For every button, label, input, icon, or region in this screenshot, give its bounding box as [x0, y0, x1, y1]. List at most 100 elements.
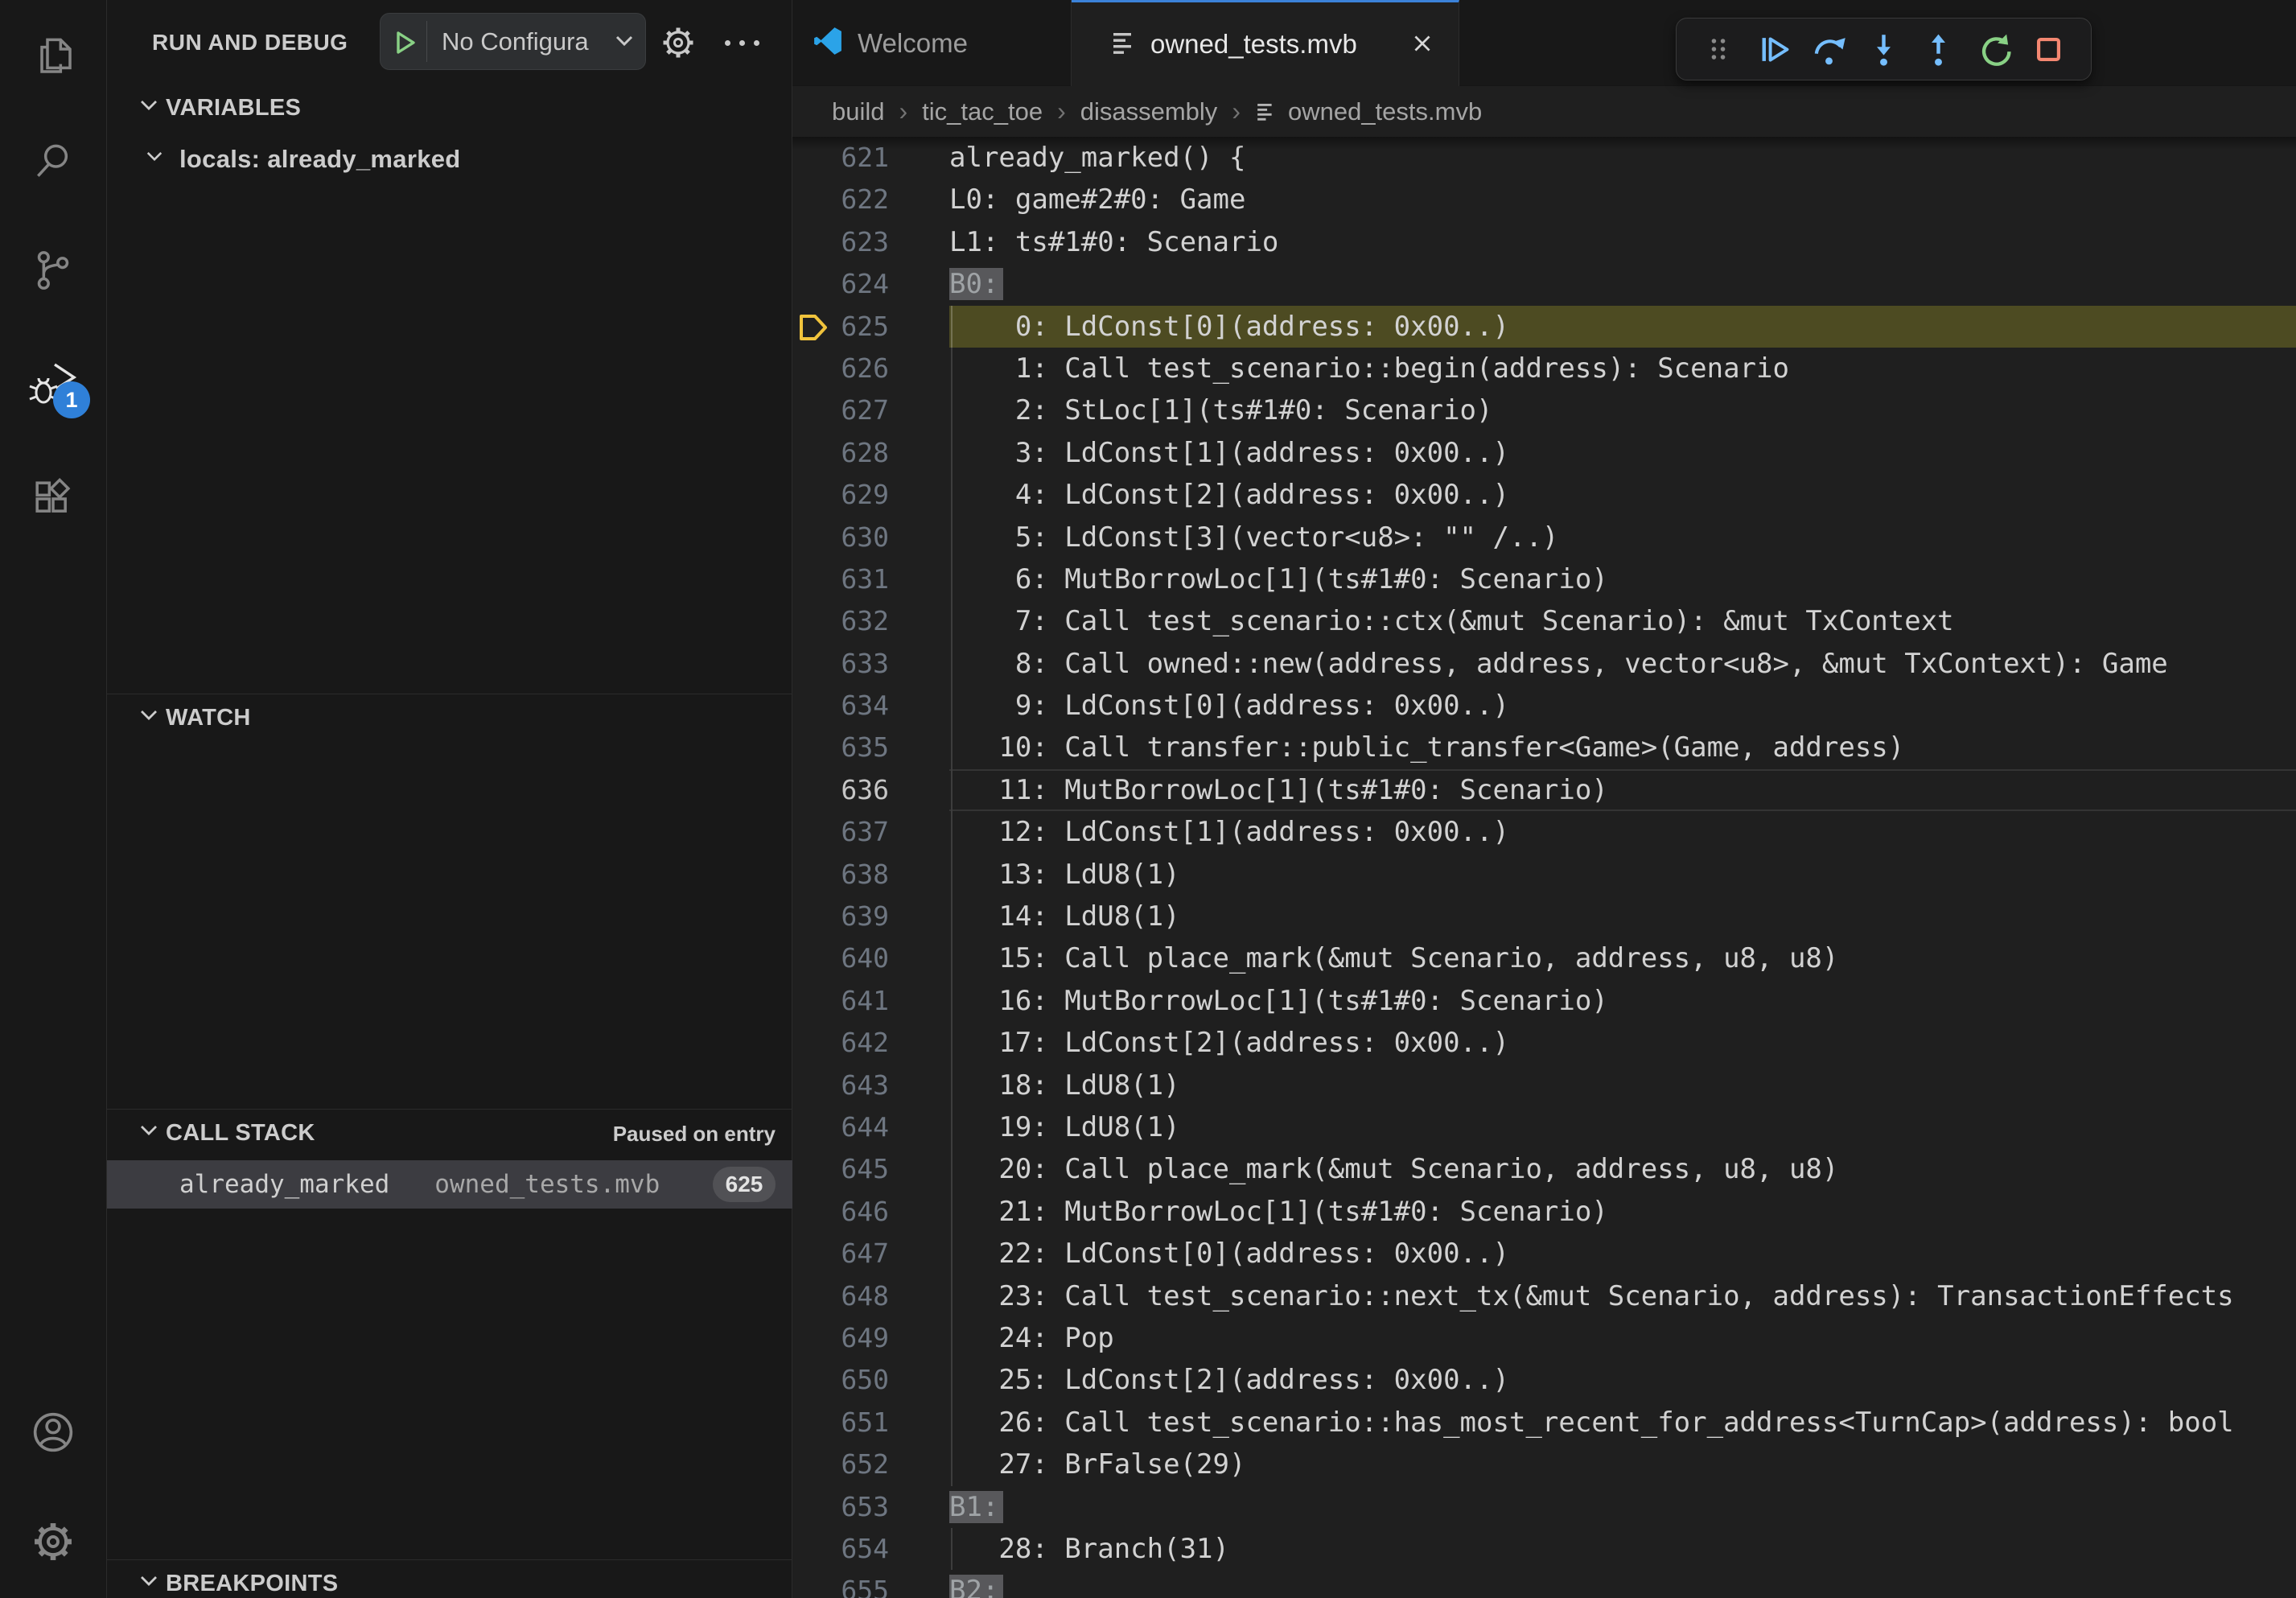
line-content: 16: MutBorrowLoc[1](ts#1#0: Scenario) [949, 980, 2296, 1022]
tab-welcome[interactable]: Welcome [792, 0, 1072, 86]
line-content: 1: Call test_scenario::begin(address): S… [949, 348, 2296, 389]
line-content: 12: LdConst[1](address: 0x00..) [949, 811, 2296, 853]
code-line-632[interactable]: 632 7: Call test_scenario::ctx(&mut Scen… [792, 600, 2296, 642]
code-line-655[interactable]: 655B2: [792, 1570, 2296, 1598]
file-lines-icon [1255, 101, 1277, 122]
chevron-down-icon [615, 35, 634, 51]
code-line-641[interactable]: 641 16: MutBorrowLoc[1](ts#1#0: Scenario… [792, 980, 2296, 1022]
step-over-button[interactable] [1808, 28, 1850, 70]
breadcrumb: build › tic_tac_toe › disassembly › owne… [792, 86, 2296, 137]
line-content: 5: LdConst[3](vector<u8>: "" /..) [949, 517, 2296, 558]
line-number: 637 [792, 811, 889, 853]
more-actions-icon[interactable] [725, 40, 759, 46]
run-and-debug-icon[interactable]: 1 [27, 359, 79, 410]
code-line-630[interactable]: 630 5: LdConst[3](vector<u8>: "" /..) [792, 517, 2296, 558]
code-line-649[interactable]: 649 24: Pop [792, 1317, 2296, 1359]
breadcrumb-item[interactable]: tic_tac_toe [922, 97, 1043, 126]
call-stack-section-header[interactable]: CALL STACK Paused on entry [107, 1114, 792, 1155]
code-line-648[interactable]: 648 23: Call test_scenario::next_tx(&mut… [792, 1275, 2296, 1317]
section-label: VARIABLES [166, 95, 301, 121]
tab-owned-tests[interactable]: owned_tests.mvb [1072, 0, 1459, 86]
code-line-624[interactable]: 624B0: [792, 263, 2296, 305]
breadcrumb-file[interactable]: owned_tests.mvb [1288, 97, 1482, 126]
code-line-646[interactable]: 646 21: MutBorrowLoc[1](ts#1#0: Scenario… [792, 1191, 2296, 1233]
code-line-629[interactable]: 629 4: LdConst[2](address: 0x00..) [792, 474, 2296, 516]
code-line-643[interactable]: 643 18: LdU8(1) [792, 1065, 2296, 1106]
search-icon[interactable] [27, 135, 79, 187]
tab-label: Welcome [858, 28, 968, 59]
explorer-icon[interactable] [27, 29, 79, 80]
code-line-631[interactable]: 631 6: MutBorrowLoc[1](ts#1#0: Scenario) [792, 558, 2296, 600]
line-number: 630 [792, 517, 889, 558]
line-number: 653 [792, 1486, 889, 1528]
watch-section-header[interactable]: WATCH [107, 698, 792, 740]
launch-configuration-dropdown[interactable]: No Configura [380, 13, 646, 70]
source-control-icon[interactable] [27, 245, 79, 296]
step-out-button[interactable] [1918, 28, 1960, 70]
line-content: 20: Call place_mark(&mut Scenario, addre… [949, 1148, 2296, 1190]
line-content: 24: Pop [949, 1317, 2296, 1359]
drag-handle-icon[interactable] [1697, 28, 1739, 70]
restart-button[interactable] [1973, 28, 2014, 70]
code-line-633[interactable]: 633 8: Call owned::new(address, address,… [792, 643, 2296, 685]
breadcrumb-item[interactable]: build [832, 97, 885, 126]
line-content: 23: Call test_scenario::next_tx(&mut Sce… [949, 1275, 2296, 1317]
line-number: 631 [792, 558, 889, 600]
chevron-down-icon [139, 1575, 158, 1592]
code-line-625[interactable]: 625 0: LdConst[0](address: 0x00..) [792, 306, 2296, 348]
breadcrumb-item[interactable]: disassembly [1080, 97, 1218, 126]
code-line-638[interactable]: 638 13: LdU8(1) [792, 854, 2296, 896]
code-line-628[interactable]: 628 3: LdConst[1](address: 0x00..) [792, 432, 2296, 474]
line-content: 10: Call transfer::public_transfer<Game>… [949, 727, 2296, 768]
code-line-642[interactable]: 642 17: LdConst[2](address: 0x00..) [792, 1022, 2296, 1064]
line-number: 624 [792, 263, 889, 305]
code-line-647[interactable]: 647 22: LdConst[0](address: 0x00..) [792, 1233, 2296, 1275]
close-icon[interactable] [1410, 31, 1434, 60]
debug-session-badge: 1 [53, 381, 90, 418]
code-line-636[interactable]: 636 11: MutBorrowLoc[1](ts#1#0: Scenario… [792, 769, 2296, 811]
code-line-644[interactable]: 644 19: LdU8(1) [792, 1106, 2296, 1148]
code-line-645[interactable]: 645 20: Call place_mark(&mut Scenario, a… [792, 1148, 2296, 1190]
settings-gear-icon[interactable] [27, 1516, 79, 1567]
frame-line-badge: 625 [713, 1167, 776, 1202]
code-line-654[interactable]: 654 28: Branch(31) [792, 1528, 2296, 1570]
code-line-623[interactable]: 623L1: ts#1#0: Scenario [792, 221, 2296, 263]
code-line-627[interactable]: 627 2: StLoc[1](ts#1#0: Scenario) [792, 389, 2296, 431]
line-content: 2: StLoc[1](ts#1#0: Scenario) [949, 389, 2296, 431]
section-divider [107, 1109, 792, 1110]
line-number: 649 [792, 1317, 889, 1359]
line-number: 646 [792, 1191, 889, 1233]
scope-label: locals: already_marked [179, 145, 461, 174]
debug-settings-gear-icon[interactable] [659, 23, 697, 66]
line-content: 6: MutBorrowLoc[1](ts#1#0: Scenario) [949, 558, 2296, 600]
code-line-626[interactable]: 626 1: Call test_scenario::begin(address… [792, 348, 2296, 389]
code-line-634[interactable]: 634 9: LdConst[0](address: 0x00..) [792, 685, 2296, 727]
start-debug-icon[interactable] [390, 28, 419, 61]
code-line-640[interactable]: 640 15: Call place_mark(&mut Scenario, a… [792, 937, 2296, 979]
variables-scope-row[interactable]: locals: already_marked [107, 138, 792, 180]
variables-section-header[interactable]: VARIABLES [107, 89, 792, 130]
code-line-650[interactable]: 650 25: LdConst[2](address: 0x00..) [792, 1359, 2296, 1401]
dropdown-divider [426, 21, 427, 62]
line-content: 9: LdConst[0](address: 0x00..) [949, 685, 2296, 727]
vscode-logo-icon [813, 26, 843, 60]
breakpoints-section-header[interactable]: BREAKPOINTS [107, 1564, 792, 1598]
line-number: 636 [792, 769, 889, 811]
code-line-653[interactable]: 653B1: [792, 1486, 2296, 1528]
section-label: WATCH [166, 705, 251, 731]
line-number: 633 [792, 643, 889, 685]
call-stack-frame-row[interactable]: already_marked owned_tests.mvb 625 [107, 1160, 792, 1209]
step-into-button[interactable] [1863, 28, 1905, 70]
line-content: 13: LdU8(1) [949, 854, 2296, 896]
code-line-635[interactable]: 635 10: Call transfer::public_transfer<G… [792, 727, 2296, 768]
stop-button[interactable] [2028, 28, 2070, 70]
extensions-icon[interactable] [27, 473, 79, 525]
panel-title: RUN AND DEBUG [152, 30, 348, 56]
code-line-652[interactable]: 652 27: BrFalse(29) [792, 1444, 2296, 1485]
continue-button[interactable] [1753, 28, 1795, 70]
code-line-651[interactable]: 651 26: Call test_scenario::has_most_rec… [792, 1402, 2296, 1444]
code-line-622[interactable]: 622L0: game#2#0: Game [792, 179, 2296, 220]
code-line-639[interactable]: 639 14: LdU8(1) [792, 896, 2296, 937]
code-line-637[interactable]: 637 12: LdConst[1](address: 0x00..) [792, 811, 2296, 853]
account-icon[interactable] [27, 1406, 79, 1458]
